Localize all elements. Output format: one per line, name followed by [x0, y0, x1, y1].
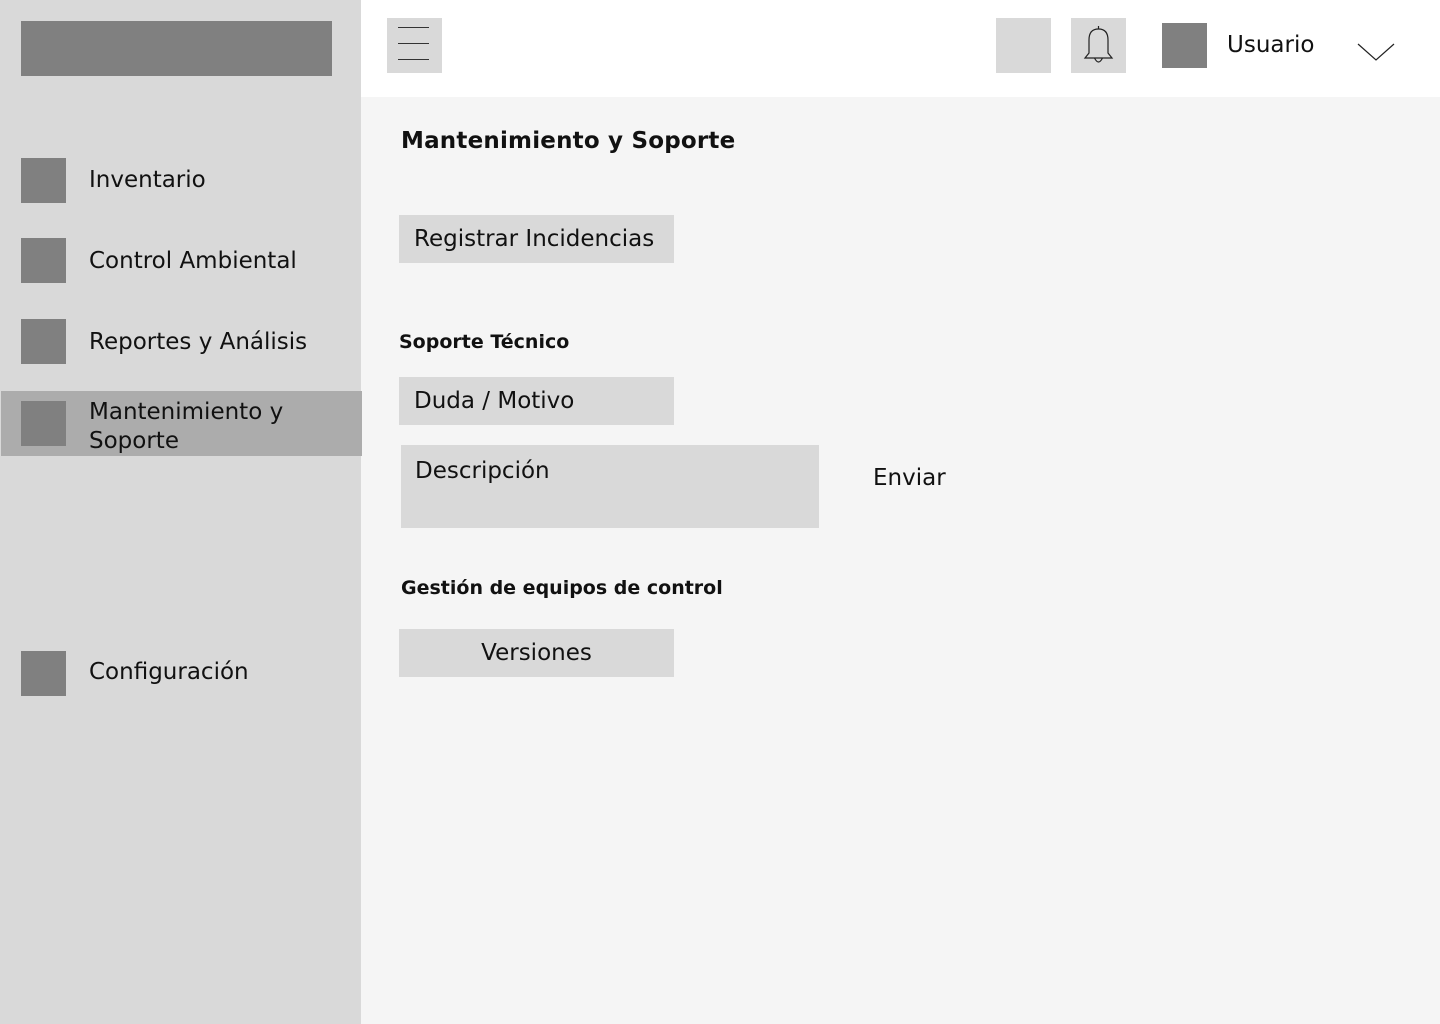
- sidebar-item-mantenimiento[interactable]: Mantenimiento y Soporte: [1, 391, 362, 456]
- equipment-section-title: Gestión de equipos de control: [401, 577, 723, 599]
- mantenimiento-icon: [21, 401, 66, 446]
- versions-button[interactable]: Versiones: [399, 629, 674, 677]
- support-section-title: Soporte Técnico: [399, 331, 570, 353]
- menu-icon-line: [398, 27, 429, 28]
- sidebar-item-control-ambiental[interactable]: Control Ambiental: [0, 228, 361, 292]
- sidebar-item-configuracion[interactable]: Configuración: [0, 641, 361, 705]
- sidebar-item-reportes[interactable]: Reportes y Análisis: [0, 309, 361, 373]
- chevron-down-icon[interactable]: [1356, 36, 1396, 66]
- menu-icon-line: [398, 43, 429, 44]
- menu-icon-line: [398, 59, 429, 60]
- logo: [21, 21, 332, 76]
- send-button[interactable]: Enviar: [873, 463, 946, 493]
- inventario-icon: [21, 158, 66, 203]
- sidebar-item-label: Control Ambiental: [89, 248, 297, 274]
- sidebar-item-label: Mantenimiento y Soporte: [89, 399, 284, 454]
- reportes-icon: [21, 319, 66, 364]
- page-title: Mantenimiento y Soporte: [401, 128, 736, 154]
- toolbar-placeholder-button[interactable]: [996, 18, 1051, 73]
- control-ambiental-icon: [21, 238, 66, 283]
- reason-field[interactable]: Duda / Motivo: [399, 377, 674, 425]
- top-bar: Usuario: [361, 0, 1440, 97]
- bell-icon: [1083, 26, 1114, 63]
- configuracion-icon: [21, 651, 66, 696]
- sidebar-item-label: Configuración: [89, 659, 249, 685]
- notifications-button[interactable]: [1071, 18, 1126, 73]
- sidebar: Inventario Control Ambiental Reportes y …: [0, 0, 362, 1024]
- register-incidents-button[interactable]: Registrar Incidencias: [399, 215, 674, 263]
- description-field[interactable]: Descripción: [401, 445, 819, 528]
- sidebar-item-inventario[interactable]: Inventario: [0, 148, 361, 212]
- menu-button[interactable]: [387, 18, 442, 73]
- avatar[interactable]: [1162, 23, 1207, 68]
- sidebar-item-label: Inventario: [89, 167, 206, 193]
- sidebar-item-label: Reportes y Análisis: [89, 329, 308, 355]
- app-root: Inventario Control Ambiental Reportes y …: [0, 0, 1440, 1024]
- user-name[interactable]: Usuario: [1227, 30, 1314, 60]
